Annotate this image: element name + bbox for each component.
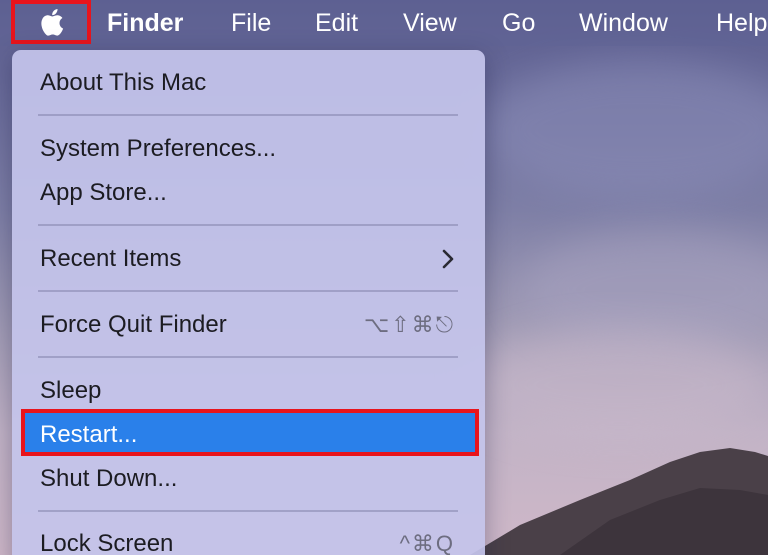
menu-separator [38,510,458,512]
menubar-finder[interactable]: Finder [107,8,183,38]
menu-item-restart[interactable]: Restart... [40,420,137,450]
menu-item-recent-items[interactable]: Recent Items [40,244,181,274]
menu-item-sleep[interactable]: Sleep [40,376,101,406]
menu-separator [38,114,458,116]
apple-menu-button[interactable] [11,0,91,44]
menubar-go[interactable]: Go [502,8,535,38]
menu-item-shut-down[interactable]: Shut Down... [40,464,177,494]
menu-item-system-preferences[interactable]: System Preferences... [40,134,276,164]
menu-separator [38,356,458,358]
menubar-window[interactable]: Window [579,8,668,38]
chevron-right-icon [441,244,455,280]
apple-menu-dropdown: About This Mac System Preferences... App… [12,50,485,555]
menu-item-about-this-mac[interactable]: About This Mac [40,68,206,98]
menubar-edit[interactable]: Edit [315,8,358,38]
apple-logo-icon [41,9,64,36]
keyboard-shortcut-lock-screen: ^⌘Q [399,531,455,555]
menu-separator [38,290,458,292]
menu-item-app-store[interactable]: App Store... [40,178,167,208]
menu-separator [38,224,458,226]
menu-item-force-quit-finder[interactable]: Force Quit Finder [40,310,227,340]
keyboard-shortcut-force-quit: ⌥⇧⌘⎋ [363,312,455,337]
menubar-view[interactable]: View [403,8,457,38]
menubar-file[interactable]: File [231,8,271,38]
menubar-help[interactable]: Help [716,8,767,38]
menu-bar: Finder File Edit View Go Window Help [0,0,768,46]
menu-item-lock-screen[interactable]: Lock Screen [40,529,173,555]
